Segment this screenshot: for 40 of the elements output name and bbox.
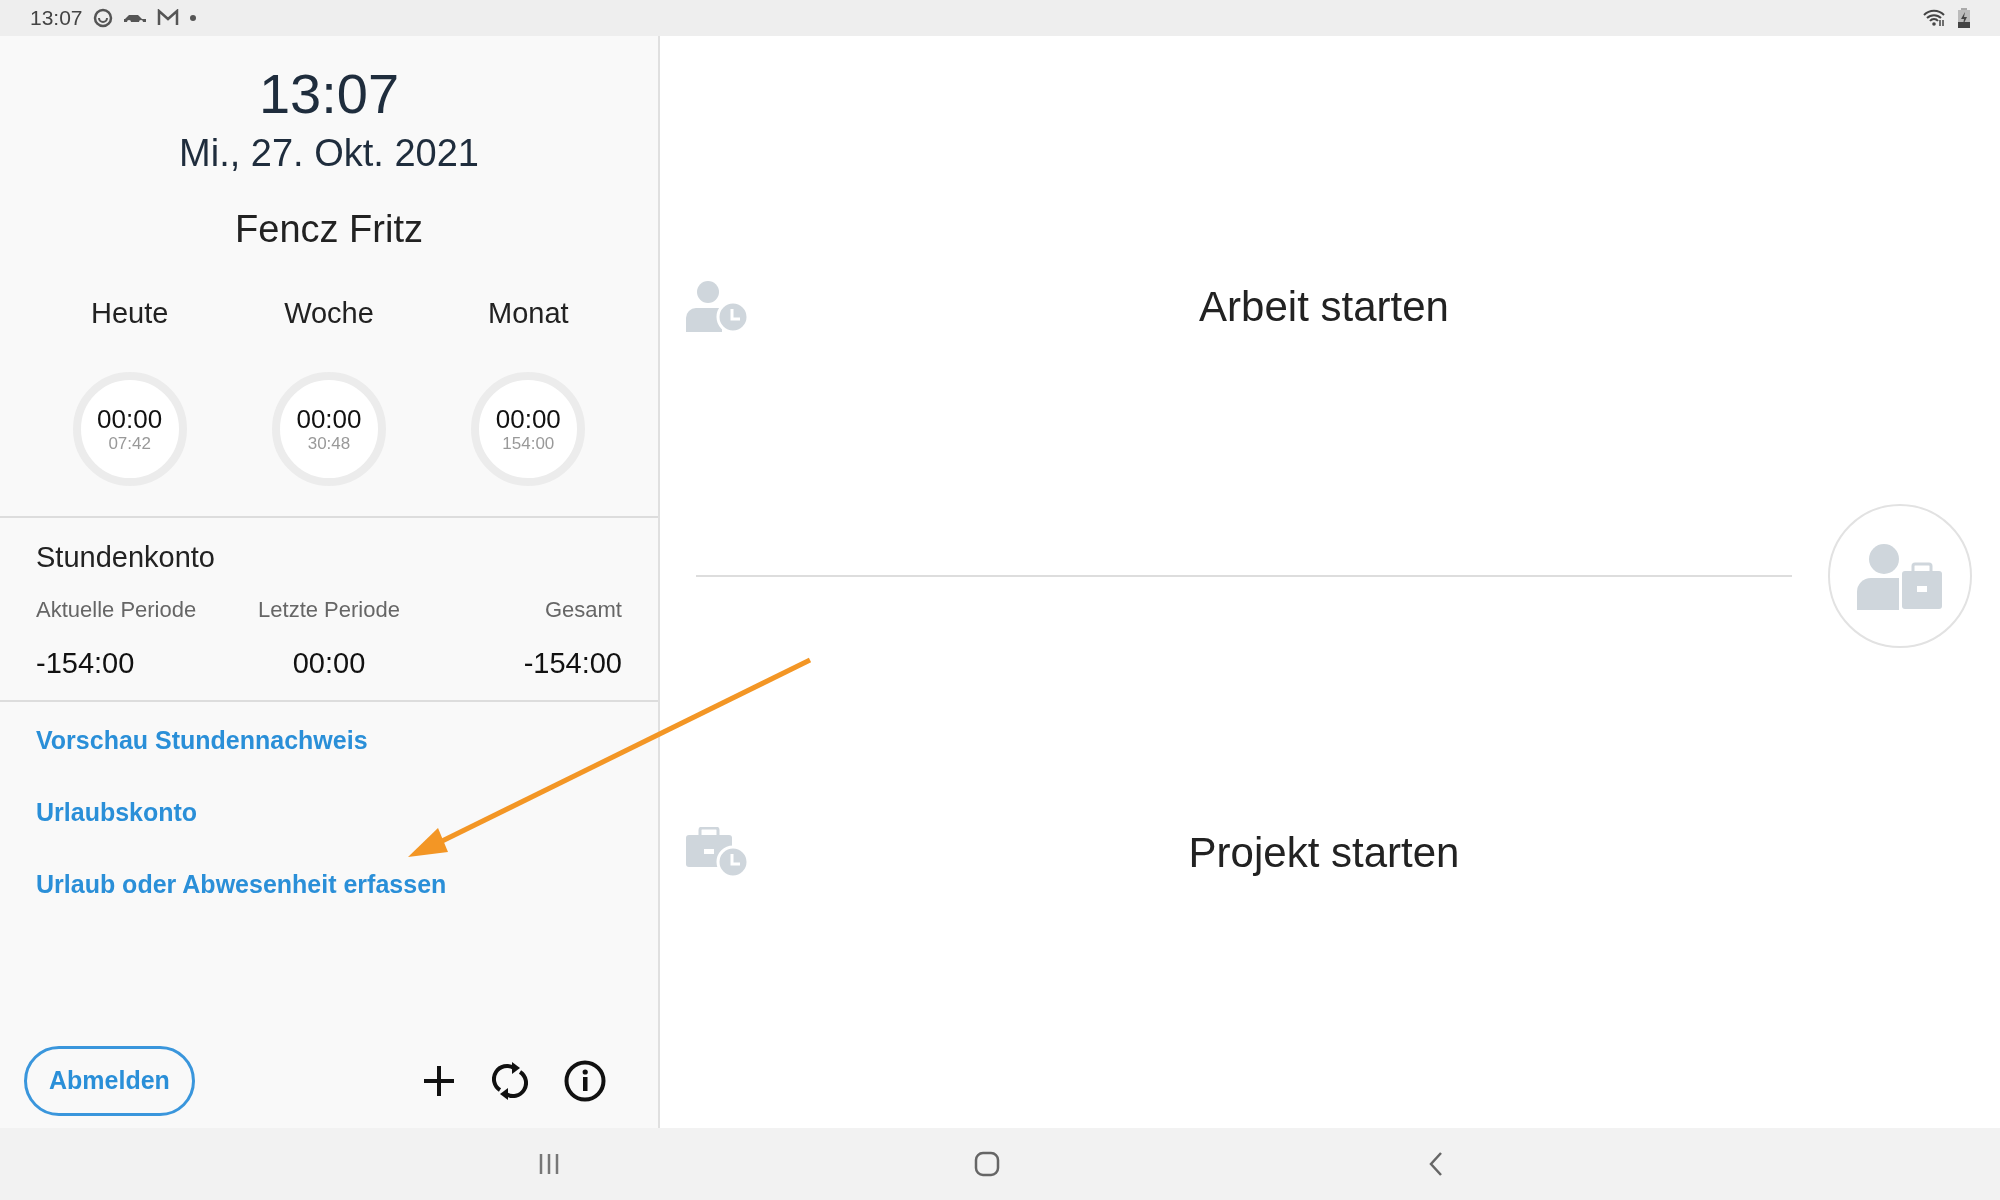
counter-label: Woche — [284, 296, 374, 331]
column-value: -154:00 — [36, 646, 135, 681]
counter-target: 07:42 — [108, 433, 151, 454]
status-time: 13:07 — [30, 5, 83, 32]
column-value: -154:00 — [523, 646, 622, 681]
person-briefcase-icon — [1857, 542, 1943, 610]
section-title: Stundenkonto — [36, 539, 216, 575]
battery-icon — [1958, 8, 1970, 28]
refresh-icon[interactable] — [492, 1060, 528, 1102]
home-icon[interactable] — [974, 1151, 1000, 1177]
recent-apps-icon[interactable] — [538, 1153, 560, 1175]
date-label: Mi., 27. Okt. 2021 — [179, 131, 479, 176]
counter-value: 00:00 — [495, 403, 561, 434]
column-label: Letzte Periode — [258, 596, 400, 624]
info-icon[interactable] — [564, 1060, 606, 1102]
back-icon[interactable] — [1428, 1151, 1444, 1177]
counter-value: 00:00 — [97, 403, 163, 434]
person-clock-icon — [686, 280, 748, 332]
user-name: Fencz Fritz — [235, 207, 423, 252]
column-label: Aktuelle Periode — [36, 596, 197, 624]
counter-label: Heute — [90, 296, 169, 331]
counter-label: Monat — [488, 296, 569, 331]
column-value: 00:00 — [292, 646, 366, 681]
mail-icon — [156, 9, 179, 27]
panel-link[interactable]: Urlaub oder Abwesenheit erfassen — [36, 867, 447, 900]
panel-link[interactable]: Urlaubskonto — [36, 795, 198, 828]
notification-dot-icon — [188, 14, 197, 22]
counter-value: 00:00 — [296, 403, 362, 434]
counter-target: 154:00 — [502, 433, 555, 454]
action-button[interactable]: Arbeit starten — [748, 274, 1900, 338]
car-icon — [122, 12, 147, 24]
briefcase-clock-icon — [686, 827, 748, 877]
logout-button[interactable]: Abmelden — [24, 1046, 195, 1116]
counter-target: 30:48 — [307, 433, 351, 454]
sync-icon — [92, 8, 113, 28]
clock-time: 13:07 — [258, 62, 400, 126]
action-button[interactable]: Projekt starten — [748, 820, 1900, 884]
panel-link[interactable]: Vorschau Stundennachweis — [36, 723, 368, 756]
add-icon[interactable] — [422, 1064, 456, 1098]
column-label: Gesamt — [544, 596, 622, 624]
